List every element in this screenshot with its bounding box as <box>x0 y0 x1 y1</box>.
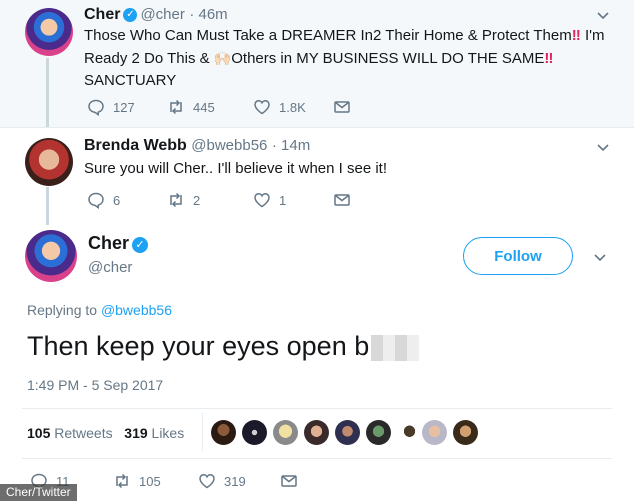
engagement-stats: 105 Retweets 319 Likes <box>27 425 184 441</box>
replying-to-link[interactable]: @bwebb56 <box>101 302 172 318</box>
verified-icon: ✓ <box>123 7 138 22</box>
direct-message-button[interactable] <box>333 98 351 116</box>
divider <box>22 408 612 409</box>
chevron-down-icon[interactable] <box>592 250 608 266</box>
reply-button[interactable]: 127 <box>87 98 135 116</box>
tweet-header: Brenda Webb @bwebb56 · 14m <box>84 137 310 155</box>
user-handle[interactable]: @cher <box>140 6 184 23</box>
retweet-button[interactable]: 2 <box>167 191 200 209</box>
like-button[interactable]: 1.8K <box>253 98 306 116</box>
liker-avatar[interactable] <box>366 420 391 445</box>
user-handle[interactable]: @cher <box>88 259 132 276</box>
heart-icon <box>199 474 215 489</box>
tweet-brenda-reply[interactable]: Brenda Webb @bwebb56 · 14m Sure you will… <box>0 128 634 228</box>
tweet-header: Cher ✓ <box>88 233 151 254</box>
liker-avatar[interactable] <box>453 420 478 445</box>
liker-avatar[interactable] <box>273 420 298 445</box>
tweet-header: Cher ✓ @cher · 46m <box>84 6 228 24</box>
divider <box>22 458 612 459</box>
user-handle[interactable]: @bwebb56 <box>191 137 267 154</box>
liker-avatar[interactable] <box>397 420 422 445</box>
avatar[interactable] <box>25 138 73 186</box>
retweet-button[interactable]: 445 <box>167 98 215 116</box>
reply-count: 6 <box>113 192 121 208</box>
tweet-time[interactable]: · 46m <box>189 6 227 23</box>
envelope-icon <box>334 194 350 206</box>
verified-icon: ✓ <box>132 236 149 253</box>
follow-button[interactable]: Follow <box>463 237 573 275</box>
user-name[interactable]: Brenda Webb <box>84 137 187 154</box>
tweet-cher-original[interactable]: Cher ✓ @cher · 46m Those Who Can Must Take… <box>0 0 634 127</box>
direct-message-button[interactable] <box>333 191 351 209</box>
retweet-stat[interactable]: 105 Retweets <box>27 425 113 441</box>
user-name[interactable]: Cher <box>84 6 120 23</box>
like-stat[interactable]: 319 Likes <box>124 425 184 441</box>
like-count: 1 <box>279 192 287 208</box>
tweet-timestamp[interactable]: 1:49 PM - 5 Sep 2017 <box>27 377 163 393</box>
envelope-icon <box>334 101 350 113</box>
like-count: 319 <box>224 473 246 489</box>
retweet-count: 105 <box>139 473 161 489</box>
envelope-icon <box>281 475 297 487</box>
retweet-icon <box>116 473 128 489</box>
chevron-down-icon[interactable] <box>595 8 611 24</box>
liker-avatar[interactable] <box>335 420 360 445</box>
raised-hands-emoji: 🙌🏻 <box>213 50 232 66</box>
reply-button[interactable]: 6 <box>87 191 120 209</box>
retweet-icon <box>170 99 182 115</box>
liker-avatar[interactable] <box>211 420 236 445</box>
like-button[interactable]: 1 <box>253 191 286 209</box>
chevron-down-icon[interactable] <box>595 140 611 156</box>
retweet-count: 2 <box>193 192 201 208</box>
censor-block <box>371 334 420 361</box>
liker-avatar[interactable] <box>304 420 329 445</box>
like-button[interactable]: 319 <box>198 472 246 490</box>
heart-icon <box>254 193 270 208</box>
reply-icon <box>88 99 104 116</box>
tweet-time[interactable]: · 14m <box>272 137 310 154</box>
reply-count: 127 <box>113 99 135 115</box>
photo-credit-watermark: Cher/Twitter <box>0 484 77 501</box>
tweet-text: Those Who Can Must Take a DREAMER In2 Th… <box>84 27 605 89</box>
retweet-button[interactable]: 105 <box>113 472 161 490</box>
like-count: 1.8K <box>279 99 306 115</box>
focused-tweet-text: Then keep your eyes open b <box>27 331 420 362</box>
thread-connector <box>46 58 49 128</box>
reply-icon <box>88 192 104 209</box>
double-exclamation-emoji: ‼ <box>571 27 581 44</box>
avatar[interactable] <box>25 8 73 56</box>
retweet-icon <box>170 192 182 208</box>
user-name[interactable]: Cher <box>88 233 129 253</box>
retweet-count: 445 <box>193 99 215 115</box>
double-exclamation-emoji: ‼ <box>544 50 554 67</box>
divider <box>202 413 203 451</box>
replying-to: Replying to @bwebb56 <box>27 302 172 318</box>
liker-avatar[interactable] <box>242 420 267 445</box>
avatar[interactable] <box>25 230 77 282</box>
tweet-text: Sure you will Cher.. I'll believe it whe… <box>84 160 388 177</box>
direct-message-button[interactable] <box>280 472 298 490</box>
heart-icon <box>254 100 270 115</box>
liker-avatar[interactable] <box>422 420 447 445</box>
